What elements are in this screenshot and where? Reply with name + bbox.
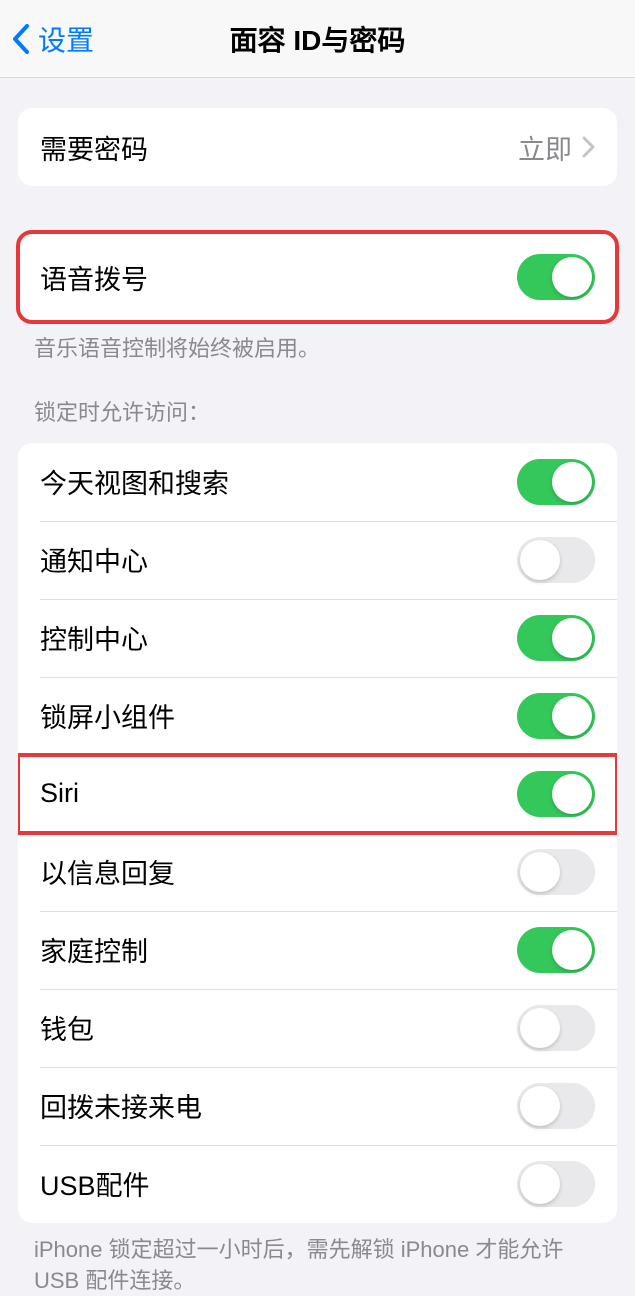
voice-dial-group: 语音拨号 (18, 232, 617, 322)
navigation-bar: 设置 面容 ID与密码 (0, 0, 635, 78)
lock-access-toggle[interactable] (517, 849, 595, 895)
lock-access-row: 以信息回复 (18, 833, 617, 911)
lock-access-row: 控制中心 (18, 599, 617, 677)
lock-access-toggle[interactable] (517, 1005, 595, 1051)
back-button[interactable]: 设置 (0, 19, 94, 59)
lock-access-group: 今天视图和搜索通知中心控制中心锁屏小组件 Siri 以信息回复家庭控制钱包回拨未接来… (18, 443, 617, 1223)
voice-dial-row: 语音拨号 (18, 232, 617, 322)
lock-access-row: 回拨未接来电 (18, 1067, 617, 1145)
page-title: 面容 ID与密码 (230, 19, 406, 59)
lock-access-label: 以信息回复 (40, 852, 175, 891)
lock-access-row: 通知中心 (18, 521, 617, 599)
require-passcode-row[interactable]: 需要密码 立即 (18, 108, 617, 186)
lock-access-label: 通知中心 (40, 540, 148, 579)
require-passcode-label: 需要密码 (40, 128, 148, 167)
chevron-right-icon (582, 136, 595, 158)
lock-access-row: Siri (18, 755, 617, 833)
lock-access-toggle[interactable] (517, 693, 595, 739)
lock-access-row: 今天视图和搜索 (18, 443, 617, 521)
voice-dial-toggle[interactable] (517, 254, 595, 300)
lock-access-label: 钱包 (40, 1008, 94, 1047)
require-passcode-value: 立即 (518, 128, 572, 167)
lock-access-toggle[interactable] (517, 1083, 595, 1129)
lock-access-label: 锁屏小组件 (40, 696, 175, 735)
require-passcode-group: 需要密码 立即 (18, 108, 617, 186)
lock-access-footer: iPhone 锁定超过一小时后，需先解锁 iPhone 才能允许 USB 配件连… (0, 1223, 635, 1296)
lock-access-label: Siri (40, 778, 79, 809)
lock-access-label: 家庭控制 (40, 930, 148, 969)
lock-access-label: 控制中心 (40, 618, 148, 657)
voice-dial-label: 语音拨号 (40, 258, 148, 297)
lock-access-label: USB配件 (40, 1164, 150, 1203)
lock-access-label: 今天视图和搜索 (40, 462, 229, 501)
voice-dial-footer: 音乐语音控制将始终被启用。 (0, 322, 635, 365)
back-chevron-icon (12, 24, 30, 54)
lock-access-row: 锁屏小组件 (18, 677, 617, 755)
lock-access-header: 锁定时允许访问： (0, 365, 635, 437)
lock-access-toggle[interactable] (517, 615, 595, 661)
lock-access-toggle[interactable] (517, 537, 595, 583)
lock-access-toggle[interactable] (517, 1161, 595, 1207)
back-label: 设置 (38, 19, 94, 59)
lock-access-row: 家庭控制 (18, 911, 617, 989)
lock-access-label: 回拨未接来电 (40, 1086, 202, 1125)
lock-access-toggle[interactable] (517, 459, 595, 505)
lock-access-row: 钱包 (18, 989, 617, 1067)
lock-access-row: USB配件 (18, 1145, 617, 1223)
lock-access-toggle[interactable] (517, 927, 595, 973)
lock-access-toggle[interactable] (517, 771, 595, 817)
